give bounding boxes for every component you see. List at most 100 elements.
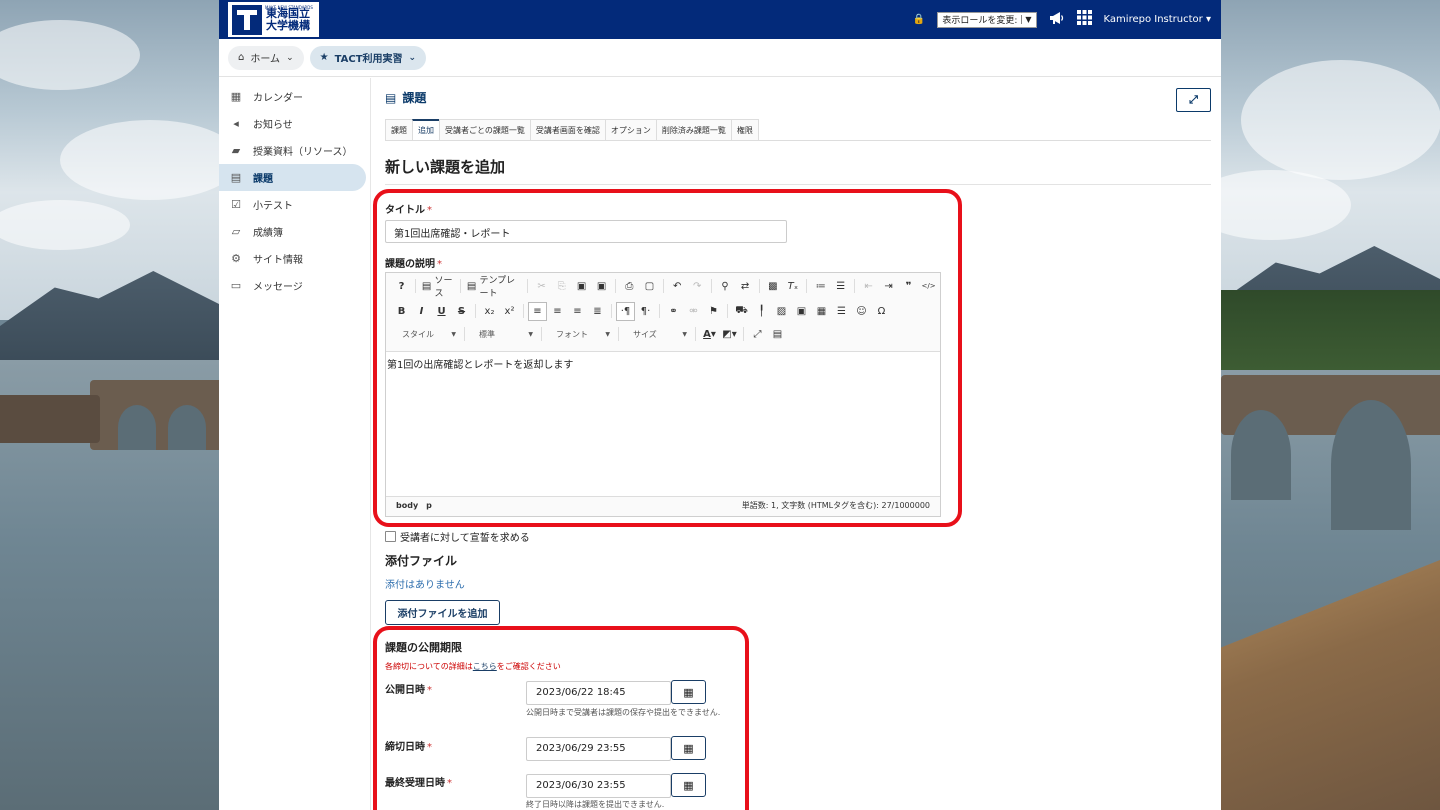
size-combo[interactable]: サイズ ▼ (623, 325, 691, 343)
editor-content-area[interactable]: 第1回の出席確認とレポートを返却します (386, 351, 940, 497)
schedule-help-link[interactable]: こちら (473, 662, 497, 671)
accept-until-calendar-button[interactable]: ▦ (671, 773, 706, 797)
replace-icon[interactable]: ⇄ (736, 277, 755, 296)
fullscreen-button[interactable]: ⤢ (1176, 88, 1211, 112)
sidebar-item-quizzes[interactable]: ☑ 小テスト (219, 191, 366, 218)
due-date-input[interactable]: 2023/06/29 23:55 (526, 737, 671, 761)
unlink-icon[interactable]: ⚮ (684, 302, 703, 321)
image-icon[interactable]: ▨ (772, 302, 791, 321)
grid-icon[interactable] (1076, 10, 1092, 29)
site-breadcrumb-button[interactable]: ★ TACT利用実習 ⌄ (309, 45, 427, 70)
rtl-icon[interactable]: ¶· (636, 302, 655, 321)
link-icon[interactable]: ⚭ (664, 302, 683, 321)
tab-by-student[interactable]: 受講者ごとの課題一覧 (439, 119, 530, 141)
word-count: 単語数: 1, 文字数 (HTMLタグを含む): 27/1000000 (741, 501, 930, 510)
text-color-icon[interactable]: A ▾ (700, 325, 719, 344)
select-all-icon[interactable]: ▩ (763, 277, 782, 296)
superscript-icon[interactable]: x² (500, 302, 519, 321)
user-menu[interactable]: Kamirepo Instructor ▾ (1104, 14, 1211, 25)
numbered-list-icon[interactable]: ≔ (811, 277, 830, 296)
underline-icon[interactable]: U (432, 302, 451, 321)
special-char-icon[interactable]: Ω (872, 302, 891, 321)
subscript-icon[interactable]: x₂ (480, 302, 499, 321)
path-body[interactable]: body (396, 501, 418, 510)
align-left-icon[interactable]: ≡ (528, 301, 547, 321)
cart-icon[interactable]: ⛟ (732, 302, 751, 321)
remove-format-icon[interactable]: Tₓ (783, 277, 802, 296)
find-icon[interactable]: ⚲ (716, 277, 735, 296)
sidebar-item-messages[interactable]: ▭ メッセージ (219, 272, 366, 299)
university-logo[interactable]: MAKE NEW STANDARDS 東海国立 大学機構 (228, 2, 319, 37)
align-right-icon[interactable]: ≡ (568, 302, 587, 321)
open-date-calendar-button[interactable]: ▦ (671, 680, 706, 704)
caret-down-icon: ▼ (451, 330, 456, 338)
movie-icon[interactable]: ▣ (792, 302, 811, 321)
horizontal-rule-icon[interactable]: ☰ (832, 302, 851, 321)
copy-icon[interactable]: ⎘ (552, 277, 571, 296)
honor-pledge-checkbox[interactable] (385, 531, 396, 542)
tab-add[interactable]: 追加 (412, 119, 439, 141)
home-breadcrumb-button[interactable]: ⌂ ホーム ⌄ (228, 45, 304, 70)
sidebar-item-label: サイト情報 (253, 255, 303, 266)
table-icon[interactable]: ▦ (812, 302, 831, 321)
sidebar-item-calendar[interactable]: ▦ カレンダー (219, 83, 366, 110)
redo-icon[interactable]: ↷ (688, 277, 707, 296)
sidebar-item-label: メッセージ (253, 282, 303, 293)
italic-icon[interactable]: I (412, 302, 431, 321)
align-center-icon[interactable]: ≡ (548, 302, 567, 321)
tab-student-view[interactable]: 受講者画面を確認 (529, 119, 605, 141)
title-input[interactable]: 第1回出席確認・レポート (385, 220, 787, 243)
indent-icon[interactable]: ⇥ (879, 277, 898, 296)
sidebar-item-label: 課題 (253, 174, 273, 185)
tab-permissions[interactable]: 権限 (730, 119, 759, 141)
maximize-icon[interactable]: ⤢ (748, 325, 767, 344)
tab-assignments[interactable]: 課題 (385, 119, 412, 141)
paste-icon[interactable]: ▣ (572, 277, 591, 296)
template-button[interactable]: ▤ テンプレート (465, 276, 523, 299)
bold-icon[interactable]: B (392, 302, 411, 321)
smiley-icon[interactable]: ☺ (852, 302, 871, 321)
cut-icon[interactable]: ✂ (532, 277, 551, 296)
editor-toolbar-row-2: B I U S x₂ x² ≡ ≡ ≡ ≣ ·¶ ¶· ⚭ ⚮ ⚑ ⛟ ╿ ▨ … (388, 300, 938, 322)
accept-until-input[interactable]: 2023/06/30 23:55 (526, 774, 671, 798)
strikethrough-icon[interactable]: S (452, 302, 471, 321)
schedule-heading: 課題の公開期限 (385, 641, 462, 654)
outdent-icon[interactable]: ⇤ (859, 277, 878, 296)
style-combo[interactable]: スタイル ▼ (392, 325, 460, 343)
pin-icon[interactable]: ╿ (752, 302, 771, 321)
sidebar-item-resources[interactable]: ▰ 授業資料（リソース） (219, 137, 366, 164)
anchor-flag-icon[interactable]: ⚑ (704, 302, 723, 321)
format-combo[interactable]: 標準 ▼ (469, 325, 537, 343)
due-date-calendar-button[interactable]: ▦ (671, 736, 706, 760)
print-icon[interactable]: ⎙ (620, 277, 639, 296)
role-switch-select[interactable]: 表示ロールを変更: ▼ (937, 11, 1037, 28)
show-blocks-icon[interactable]: ▤ (768, 325, 787, 344)
font-combo[interactable]: フォント ▼ (546, 325, 614, 343)
tab-deleted[interactable]: 削除済み課題一覧 (655, 119, 731, 141)
gear-icon: ⚙ (231, 252, 241, 265)
sidebar-item-site-info[interactable]: ⚙ サイト情報 (219, 245, 366, 272)
user-name: Kamirepo Instructor (1103, 14, 1203, 25)
align-justify-icon[interactable]: ≣ (588, 302, 607, 321)
source-label: ソース (434, 276, 453, 299)
bulleted-list-icon[interactable]: ☰ (831, 277, 850, 296)
background-color-icon[interactable]: ◩ ▾ (720, 325, 739, 344)
source-button[interactable]: ▤ ソース (420, 276, 456, 299)
path-p[interactable]: p (426, 501, 432, 510)
open-date-input[interactable]: 2023/06/22 18:45 (526, 681, 671, 705)
star-icon: ★ (319, 52, 329, 63)
tab-options[interactable]: オプション (604, 119, 656, 141)
ltr-icon[interactable]: ·¶ (616, 301, 635, 321)
code-snippet-icon[interactable]: </> (919, 277, 938, 296)
sidebar-item-announcements[interactable]: ◂ お知らせ (219, 110, 366, 137)
paste-text-icon[interactable]: ▣ (592, 277, 611, 296)
blockquote-icon[interactable]: ❞ (899, 277, 918, 296)
sidebar-item-assignments[interactable]: ▤ 課題 (219, 164, 366, 191)
bullhorn-icon[interactable] (1049, 11, 1065, 29)
open-date-label-text: 公開日時 (385, 685, 425, 696)
sidebar-item-gradebook[interactable]: ▱ 成績簿 (219, 218, 366, 245)
help-icon[interactable]: ? (392, 277, 411, 296)
add-attachment-button[interactable]: 添付ファイルを追加 (385, 600, 500, 625)
undo-icon[interactable]: ↶ (668, 277, 687, 296)
preview-icon[interactable]: ▢ (640, 277, 659, 296)
